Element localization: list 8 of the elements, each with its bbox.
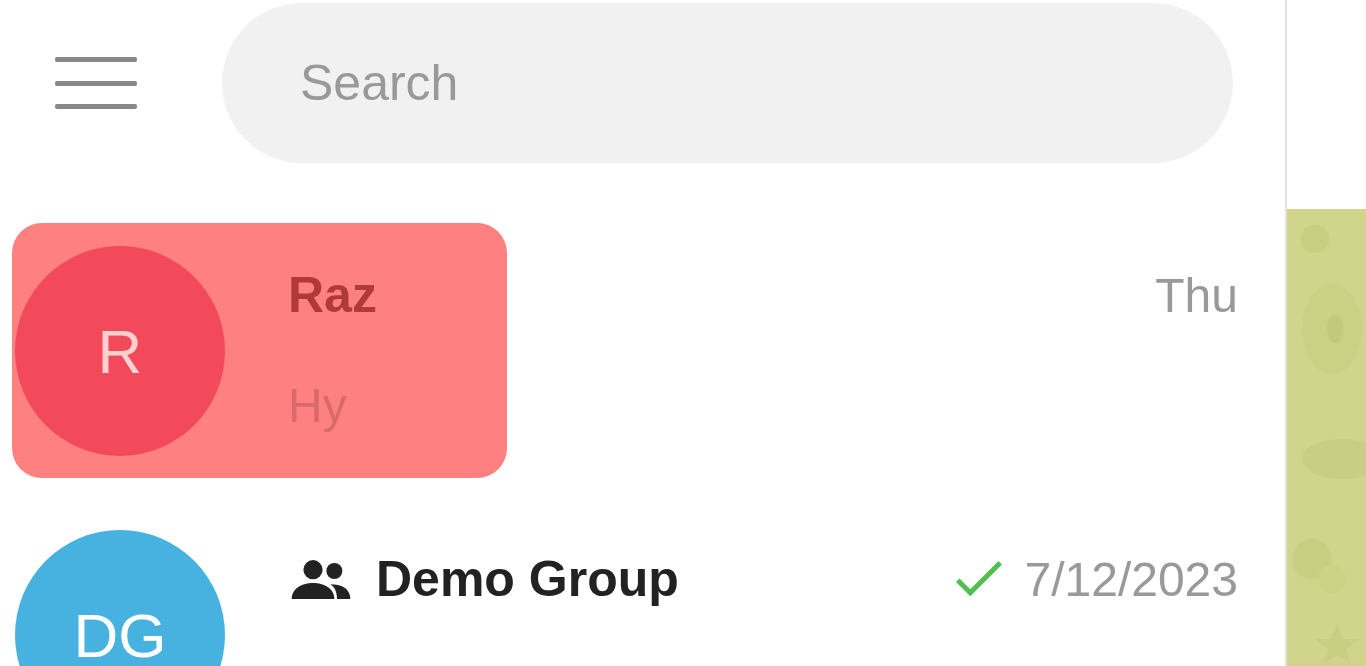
chat-name: Raz [288,266,377,324]
chat-name: Demo Group [376,550,679,608]
menu-icon[interactable] [55,57,137,109]
chat-time: Thu [1155,267,1238,323]
chat-time: 7/12/2023 [1024,551,1238,607]
avatar: DG [15,530,225,666]
search-field[interactable]: Search [222,3,1233,163]
chat-row[interactable]: Demo Group 7/12/2023 [288,530,1238,666]
